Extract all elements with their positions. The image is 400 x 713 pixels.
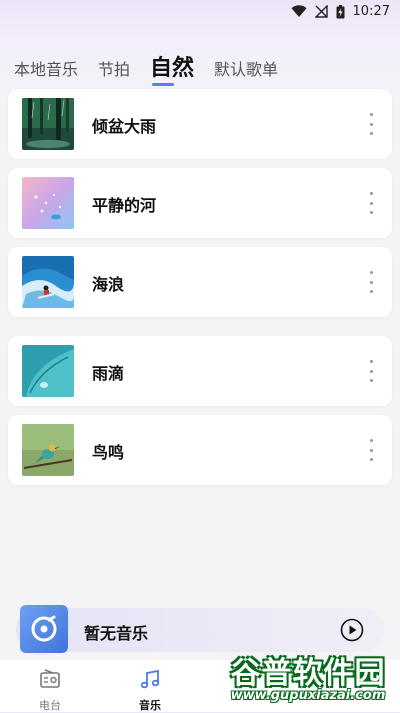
nav-label-radio: 电台 (39, 699, 61, 712)
tab-nature[interactable]: 自然 (150, 50, 194, 86)
vinyl-disc-icon[interactable] (20, 605, 68, 653)
nav-label-music: 音乐 (139, 699, 161, 712)
tab-default-playlist[interactable]: 默认歌单 (214, 56, 278, 86)
music-note-icon (139, 669, 161, 694)
track-title: 倾盆大雨 (92, 117, 157, 136)
teal-leaf-drop-thumbnail (22, 345, 74, 397)
more-options-icon[interactable] (366, 113, 376, 135)
track-title: 海浪 (92, 275, 125, 294)
forest-rain-thumbnail (22, 98, 74, 150)
pastel-water-drops-thumbnail (22, 177, 74, 229)
bottom-navigation: 电台 音乐 (0, 660, 400, 712)
track-title: 鸟鸣 (92, 443, 125, 462)
track-title: 平静的河 (92, 196, 157, 215)
tab-beat[interactable]: 节拍 (98, 56, 130, 86)
status-icons: 10:27 (291, 4, 390, 19)
more-options-icon[interactable] (366, 360, 376, 382)
status-bar: 10:27 (0, 0, 400, 24)
now-playing-title: 暂无音乐 (84, 624, 149, 643)
surfer-wave-thumbnail (22, 256, 74, 308)
track-card[interactable]: 平静的河 (8, 168, 392, 238)
nav-item-radio[interactable]: 电台 (30, 668, 70, 713)
track-title: 雨滴 (92, 364, 125, 383)
category-tabs: 本地音乐 节拍 自然 默认歌单 (14, 50, 278, 86)
more-options-icon[interactable] (366, 271, 376, 293)
play-circle-icon[interactable] (340, 618, 364, 642)
more-options-icon[interactable] (366, 192, 376, 214)
radio-icon (39, 669, 61, 694)
nav-item-music[interactable]: 音乐 (130, 668, 170, 713)
status-time: 10:27 (352, 4, 390, 19)
track-card[interactable]: 倾盆大雨 (8, 89, 392, 159)
track-card[interactable]: 雨滴 (8, 336, 392, 406)
track-card[interactable]: 海浪 (8, 247, 392, 317)
battery-charging-icon (336, 4, 345, 19)
wifi-icon (291, 5, 307, 18)
bird-on-branch-thumbnail (22, 424, 74, 476)
tab-local-music[interactable]: 本地音乐 (14, 56, 78, 86)
no-signal-icon (314, 5, 328, 18)
track-card[interactable]: 鸟鸣 (8, 415, 392, 485)
more-options-icon[interactable] (366, 439, 376, 461)
mini-player[interactable] (16, 608, 384, 652)
